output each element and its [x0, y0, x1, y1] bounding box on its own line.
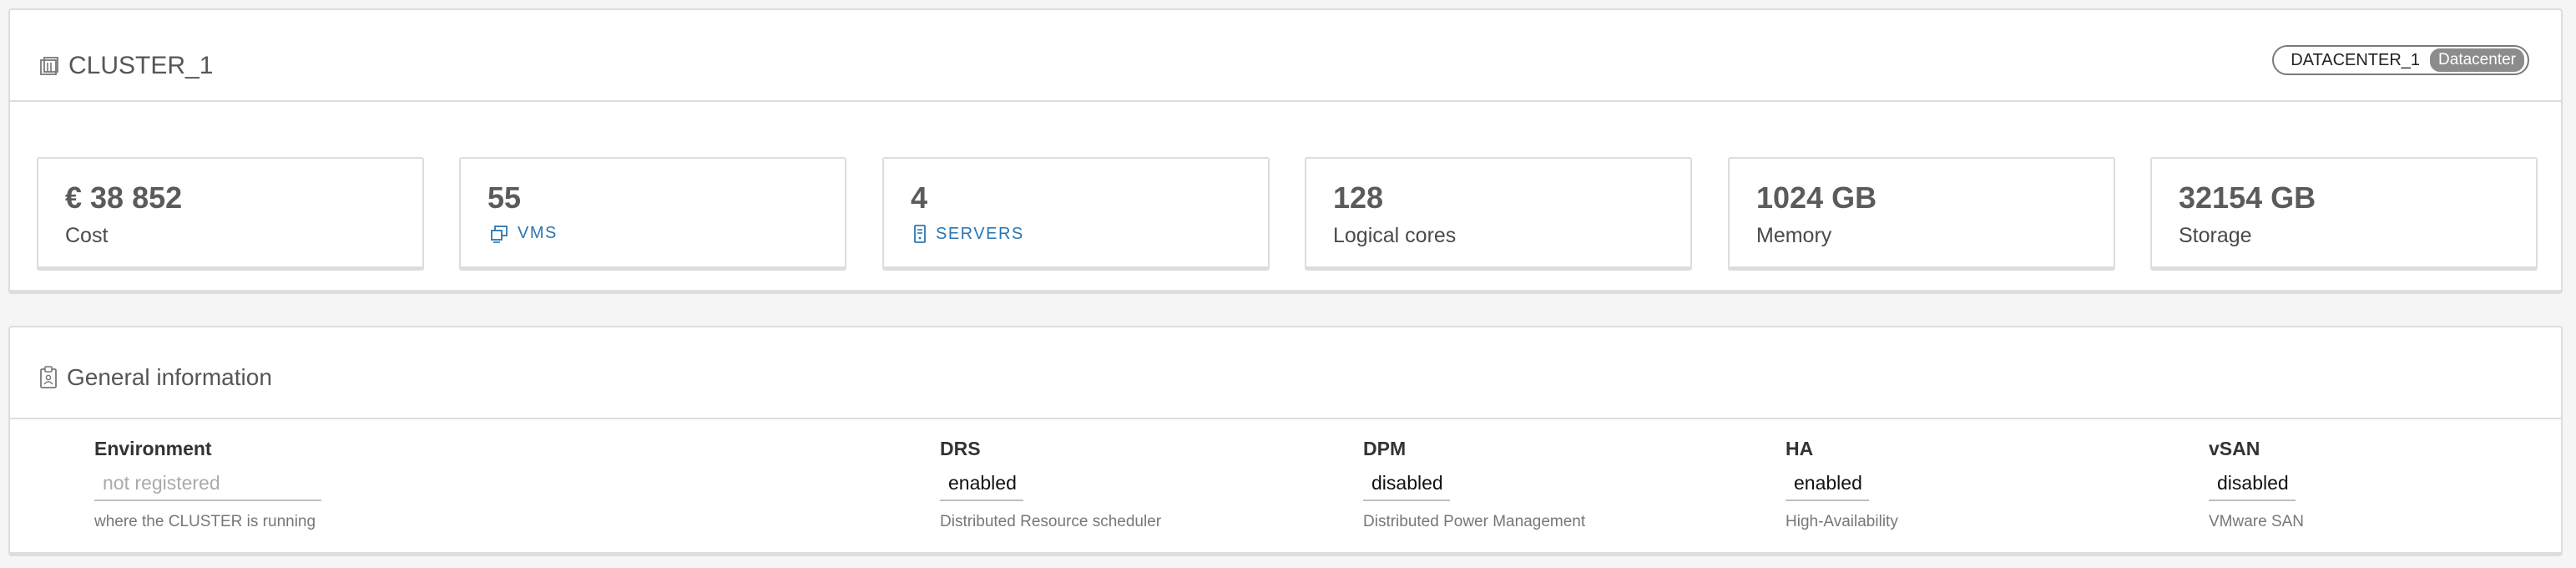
server-icon — [912, 224, 927, 244]
cluster-title-text: CLUSTER_1 — [68, 52, 214, 79]
general-information-card: General information Environment not regi… — [8, 326, 2563, 556]
ha-label: HA — [1786, 438, 1814, 459]
storage-label: Storage — [2179, 224, 2252, 247]
cores-tile: 128 Logical cores — [1305, 157, 1692, 271]
cluster-header: CLUSTER_1 DATACENTER_1 Datacenter — [10, 10, 2561, 102]
memory-tile: 1024 GB Memory — [1728, 157, 2115, 271]
servers-tile: 4 SERVERS — [882, 157, 1270, 271]
servers-link-label: SERVERS — [936, 224, 1024, 243]
drs-field: DRS enabled Distributed Resource schedul… — [940, 438, 1161, 531]
vms-tile: 55 VMS — [459, 157, 846, 271]
cost-label: Cost — [65, 224, 109, 247]
vms-link-label: VMS — [518, 224, 558, 242]
vsan-label: vSAN — [2209, 438, 2260, 459]
dpm-help: Distributed Power Management — [1363, 513, 1586, 530]
environment-field: Environment not registered where the CLU… — [94, 438, 321, 531]
general-title-text: General information — [67, 364, 272, 390]
cluster-title: CLUSTER_1 — [38, 52, 213, 80]
clipboard-icon — [38, 365, 58, 390]
dpm-field: DPM disabled Distributed Power Managemen… — [1363, 438, 1585, 531]
cores-label: Logical cores — [1333, 224, 1457, 247]
vsan-value: disabled — [2209, 470, 2296, 501]
memory-value: 1024 GB — [1756, 180, 1877, 215]
general-title: General information — [38, 364, 272, 391]
vms-count: 55 — [487, 180, 522, 215]
servers-link[interactable]: SERVERS — [912, 224, 1024, 244]
environment-input[interactable]: not registered — [94, 470, 321, 501]
cost-value: € 38 852 — [65, 180, 183, 215]
datacenter-name: DATACENTER_1 — [2291, 50, 2421, 69]
storage-tile: 32154 GB Storage — [2150, 157, 2538, 271]
dpm-value: disabled — [1363, 470, 1450, 501]
servers-count: 4 — [911, 180, 928, 215]
drs-help: Distributed Resource scheduler — [940, 513, 1162, 530]
drs-label: DRS — [940, 438, 981, 459]
vsan-field: vSAN disabled VMware SAN — [2209, 438, 2304, 531]
drs-value: enabled — [940, 470, 1023, 501]
ha-value: enabled — [1786, 470, 1869, 501]
memory-label: Memory — [1756, 224, 1832, 247]
environment-help: where the CLUSTER is running — [94, 513, 316, 530]
ha-help: High-Availability — [1786, 513, 1898, 530]
storage-value: 32154 GB — [2179, 180, 2316, 215]
vsan-help: VMware SAN — [2209, 513, 2305, 530]
ha-field: HA enabled High-Availability — [1786, 438, 1898, 531]
general-header: General information — [10, 327, 2561, 419]
environment-label: Environment — [94, 438, 212, 459]
dpm-label: DPM — [1363, 438, 1407, 459]
datacenter-badge[interactable]: DATACENTER_1 Datacenter — [2272, 45, 2529, 75]
cores-value: 128 — [1333, 180, 1384, 215]
vms-link[interactable]: VMS — [489, 224, 558, 243]
cluster-summary-card: CLUSTER_1 DATACENTER_1 Datacenter € 38 8… — [8, 8, 2563, 294]
cost-tile: € 38 852 Cost — [37, 157, 424, 271]
cluster-icon — [38, 55, 60, 77]
vm-icon — [489, 225, 509, 243]
datacenter-type-tag: Datacenter — [2430, 48, 2524, 72]
